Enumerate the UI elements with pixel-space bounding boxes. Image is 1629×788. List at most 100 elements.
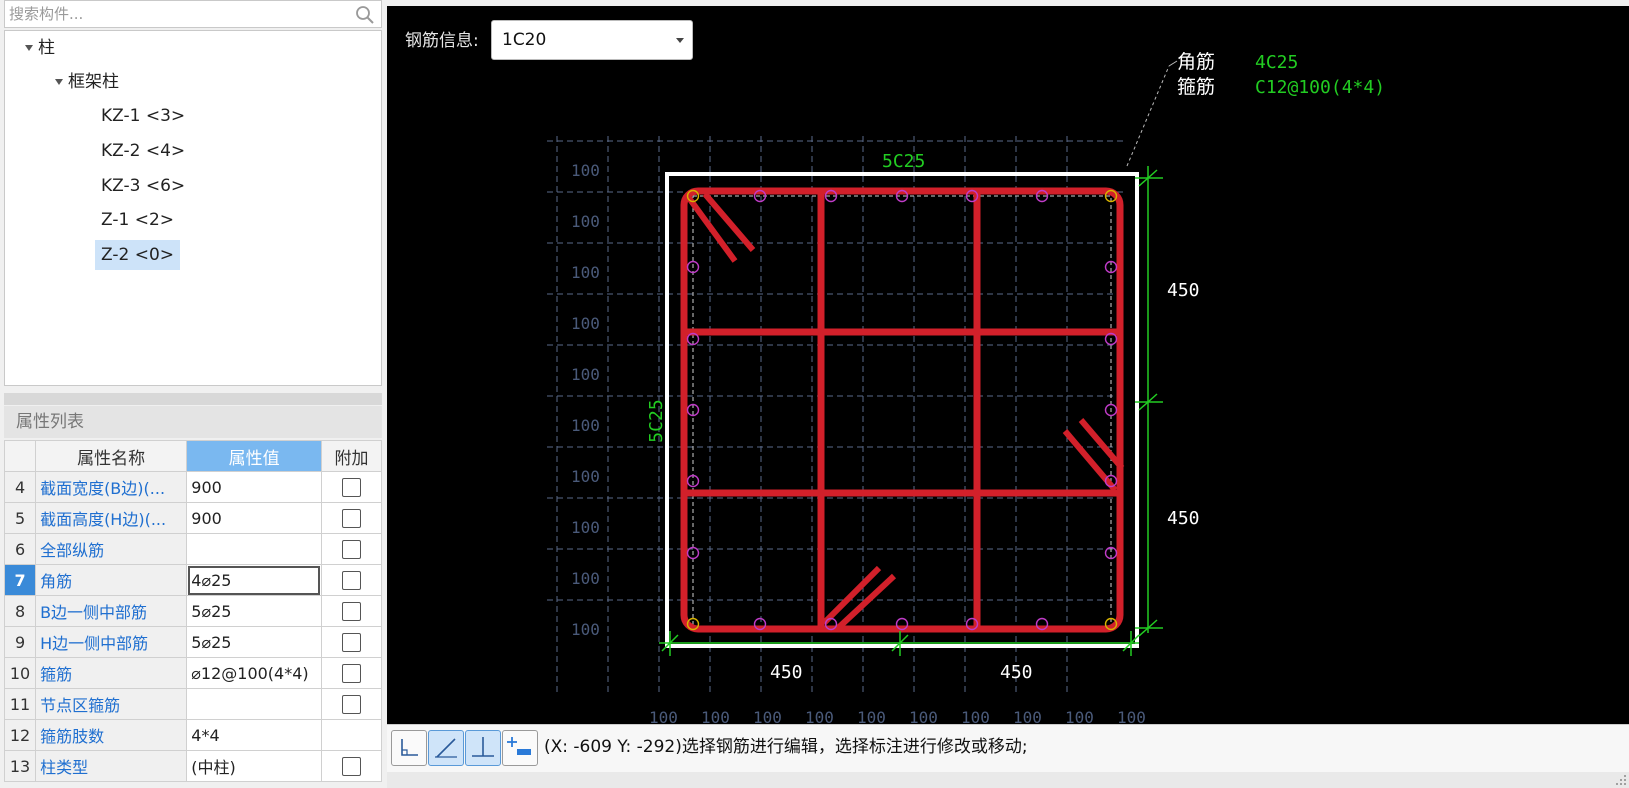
row-index: 5	[4, 502, 37, 534]
stirrup-value: C12@100(4*4)	[1255, 77, 1385, 98]
row-index: 11	[4, 688, 37, 720]
stirrup-hook	[1062, 429, 1118, 492]
tree-node-label: 柱	[38, 38, 55, 58]
property-value[interactable]: 5⌀25	[186, 595, 322, 627]
header-extra[interactable]: 附加	[320, 440, 382, 472]
rebar-info-label: 钢筋信息:	[405, 31, 479, 51]
property-list-title: 属性列表	[4, 406, 382, 438]
property-row[interactable]: 7 角筋 4⌀25	[4, 564, 382, 596]
tree-item-z2[interactable]: Z-2 <0>	[95, 240, 181, 270]
property-row[interactable]: 6 全部纵筋	[4, 533, 382, 565]
tree-item-kz1[interactable]: KZ-1 <3>	[95, 101, 191, 131]
grid-label: 100	[857, 708, 886, 724]
property-value[interactable]: 900	[186, 502, 322, 534]
grid-label: 100	[1065, 708, 1094, 724]
grid-label: 100	[961, 708, 990, 724]
extra-cell	[320, 657, 382, 689]
extra-checkbox[interactable]	[341, 509, 361, 528]
row-index: 12	[4, 719, 37, 751]
property-value[interactable]	[186, 688, 322, 720]
property-row[interactable]: 12 箍筋肢数 4*4	[4, 719, 382, 751]
property-value[interactable]: 5⌀25	[186, 626, 322, 658]
grid-label: 100	[1013, 708, 1042, 724]
property-name: 全部纵筋	[35, 533, 188, 565]
grid-label: 100	[805, 708, 834, 724]
row-index: 8	[4, 595, 37, 627]
property-name: 箍筋肢数	[35, 719, 188, 751]
grid-label: 100	[571, 569, 600, 588]
extra-cell	[320, 626, 382, 658]
corner-tool-button[interactable]	[391, 730, 427, 766]
extra-checkbox[interactable]	[341, 602, 361, 621]
property-row[interactable]: 4 截面宽度(B边)(... 900	[4, 471, 382, 503]
grid-label: 100	[909, 708, 938, 724]
perpendicular-tool-icon	[472, 737, 494, 757]
column-section-drawing[interactable]: 100 100 100 100 100 100 100 100 100 100 100 100 100 1…	[387, 6, 1629, 724]
chevron-down-icon[interactable]	[676, 38, 684, 43]
perpendicular-tool-button[interactable]	[465, 730, 501, 766]
extra-checkbox[interactable]	[341, 633, 361, 652]
tree-node-root[interactable]: 柱	[25, 33, 55, 63]
property-name: 箍筋	[35, 657, 188, 689]
extra-cell	[320, 502, 382, 534]
caret-down-icon[interactable]	[25, 45, 33, 51]
search-input[interactable]	[9, 3, 349, 25]
left-bar-label: 5C25	[646, 399, 667, 442]
extra-cell	[320, 564, 382, 596]
property-table: 属性名称 属性值 附加 4 截面宽度(B边)(... 900 5 截面高度(H边)(..…	[4, 440, 382, 788]
extra-checkbox[interactable]	[341, 757, 361, 776]
property-row[interactable]: 13 柱类型 (中柱)	[4, 750, 382, 782]
property-row[interactable]: 5 截面高度(H边)(... 900	[4, 502, 382, 534]
bottom-strip	[387, 772, 1629, 788]
dimension-label: 450	[1000, 662, 1033, 683]
row-index: 6	[4, 533, 37, 565]
property-row[interactable]: 11 节点区箍筋	[4, 688, 382, 720]
property-value[interactable]: ⌀12@100(4*4)	[186, 657, 322, 689]
property-row[interactable]: 9 H边一侧中部筋 5⌀25	[4, 626, 382, 658]
tree-item-z1[interactable]: Z-1 <2>	[95, 205, 180, 235]
rebar-info-value: 1C20	[502, 30, 547, 50]
tree-node-group[interactable]: 框架柱	[55, 67, 119, 97]
property-value[interactable]: (中柱)	[186, 750, 322, 782]
search-box[interactable]	[4, 0, 382, 28]
property-name: 柱类型	[35, 750, 188, 782]
property-value[interactable]	[186, 533, 322, 565]
dimension-label: 450	[770, 662, 803, 683]
status-text: (X: -609 Y: -292)选择钢筋进行编辑，选择标注进行修改或移动;	[544, 737, 1028, 757]
grid-label: 100	[571, 212, 600, 231]
property-row[interactable]: 8 B边一侧中部筋 5⌀25	[4, 595, 382, 627]
extra-checkbox[interactable]	[341, 540, 361, 559]
corner-tool-icon	[401, 739, 418, 756]
stirrup-hook	[686, 196, 738, 263]
property-value[interactable]: 4⌀25	[186, 564, 322, 596]
rebar-info-select[interactable]: 1C20	[491, 20, 693, 60]
property-name: 角筋	[35, 564, 188, 596]
cover-line	[692, 195, 1112, 627]
caret-down-icon[interactable]	[55, 79, 63, 85]
property-name: B边一侧中部筋	[35, 595, 188, 627]
add-rebar-icon	[507, 737, 531, 755]
property-value[interactable]: 4*4	[186, 719, 322, 751]
tree-item-kz2[interactable]: KZ-2 <4>	[95, 136, 191, 166]
dimension-label: 450	[1167, 508, 1200, 529]
tree-item-kz3[interactable]: KZ-3 <6>	[95, 171, 191, 201]
extra-checkbox[interactable]	[341, 695, 361, 714]
property-value[interactable]: 900	[186, 471, 322, 503]
extra-cell	[320, 533, 382, 565]
search-icon[interactable]	[355, 5, 375, 25]
add-rebar-button[interactable]	[502, 730, 538, 766]
extra-checkbox[interactable]	[341, 571, 361, 590]
property-name: 截面宽度(B边)(...	[35, 471, 188, 503]
extra-checkbox[interactable]	[341, 478, 361, 497]
property-row[interactable]: 10 箍筋 ⌀12@100(4*4)	[4, 657, 382, 689]
panel-splitter[interactable]	[4, 393, 382, 405]
grid-label: 100	[571, 416, 600, 435]
row-index: 13	[4, 750, 37, 782]
grid-label: 100	[571, 518, 600, 537]
header-name[interactable]: 属性名称	[35, 440, 188, 472]
extra-checkbox[interactable]	[341, 664, 361, 683]
top-bar-label: 5C25	[882, 151, 925, 172]
header-value[interactable]: 属性值	[186, 440, 322, 472]
resize-grip-icon[interactable]	[1615, 774, 1627, 786]
line-tool-button[interactable]	[428, 730, 464, 766]
